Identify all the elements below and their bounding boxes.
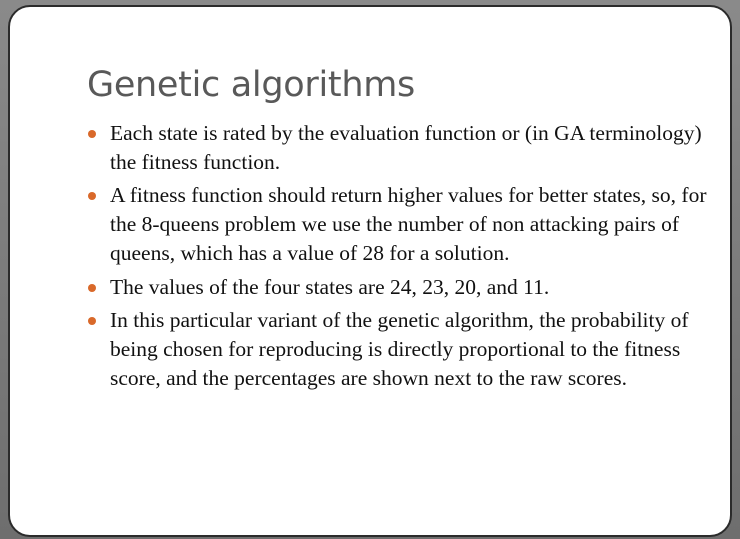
bullet-item: Each state is rated by the evaluation fu… [88, 119, 708, 176]
presentation-slide: Genetic algorithms Each state is rated b… [8, 5, 732, 537]
bullet-dot-icon [88, 192, 96, 201]
bullet-item: In this particular variant of the geneti… [88, 306, 708, 392]
bullet-item: The values of the four states are 24, 23… [88, 273, 708, 302]
bullet-dot-icon [88, 283, 96, 292]
bullet-text: The values of the four states are 24, 23… [110, 274, 550, 299]
bullet-dot-icon [88, 317, 96, 326]
bullet-dot-icon [88, 130, 96, 138]
slide-title: Genetic algorithms [87, 65, 415, 105]
bullet-item: A fitness function should return higher … [88, 181, 708, 267]
bullet-text: A fitness function should return higher … [110, 183, 707, 265]
bullet-text: In this particular variant of the geneti… [110, 308, 689, 390]
bullet-text: Each state is rated by the evaluation fu… [110, 121, 702, 174]
bullet-list: Each state is rated by the evaluation fu… [88, 119, 708, 397]
